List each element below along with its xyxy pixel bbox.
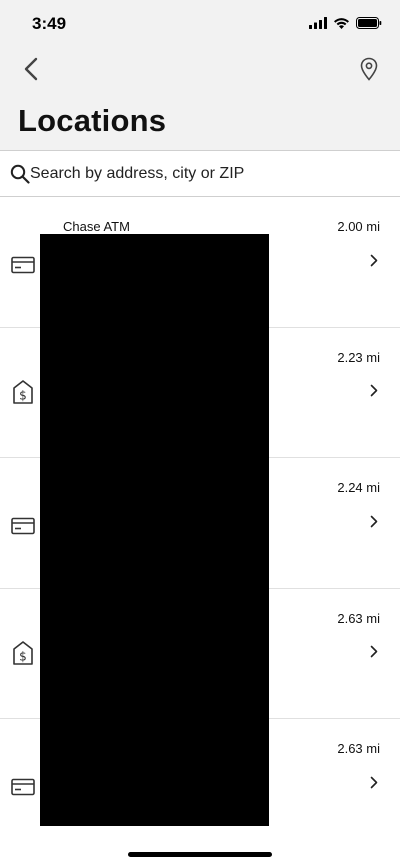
location-distance: 2.00 mi	[337, 219, 380, 234]
status-bar: 3:49	[0, 0, 400, 48]
search-input[interactable]	[30, 164, 370, 183]
nav-bar: Locations	[0, 48, 400, 150]
battery-icon	[356, 16, 382, 34]
location-pin-icon	[360, 57, 378, 86]
location-distance: 2.24 mi	[337, 480, 380, 496]
atm-card-icon	[11, 775, 35, 799]
redaction-block	[40, 234, 269, 826]
wifi-icon	[333, 16, 350, 34]
chevron-right-icon	[370, 514, 380, 528]
search-icon	[10, 164, 30, 184]
signal-icon	[309, 16, 327, 34]
chevron-right-icon	[370, 775, 380, 789]
map-view-button[interactable]	[356, 56, 382, 86]
svg-text:$: $	[19, 388, 27, 402]
chevron-left-icon	[24, 57, 38, 86]
branch-dollar-icon: $	[11, 379, 35, 404]
chevron-right-icon	[370, 645, 380, 659]
location-name: Chase ATM	[63, 219, 130, 234]
search-bar	[0, 150, 400, 197]
location-distance: 2.63 mi	[337, 610, 380, 626]
atm-card-icon	[11, 253, 35, 277]
atm-card-icon	[11, 514, 35, 538]
status-icons	[309, 16, 382, 34]
page-title: Locations	[18, 103, 167, 138]
location-distance: 2.23 mi	[337, 349, 380, 365]
branch-dollar-icon: $	[11, 640, 35, 665]
svg-text:$: $	[19, 649, 27, 663]
home-indicator	[128, 852, 272, 857]
back-button[interactable]	[18, 56, 44, 86]
status-time: 3:49	[32, 14, 67, 33]
chevron-right-icon	[370, 384, 380, 398]
location-distance: 2.63 mi	[337, 741, 380, 757]
chevron-right-icon	[370, 253, 380, 267]
